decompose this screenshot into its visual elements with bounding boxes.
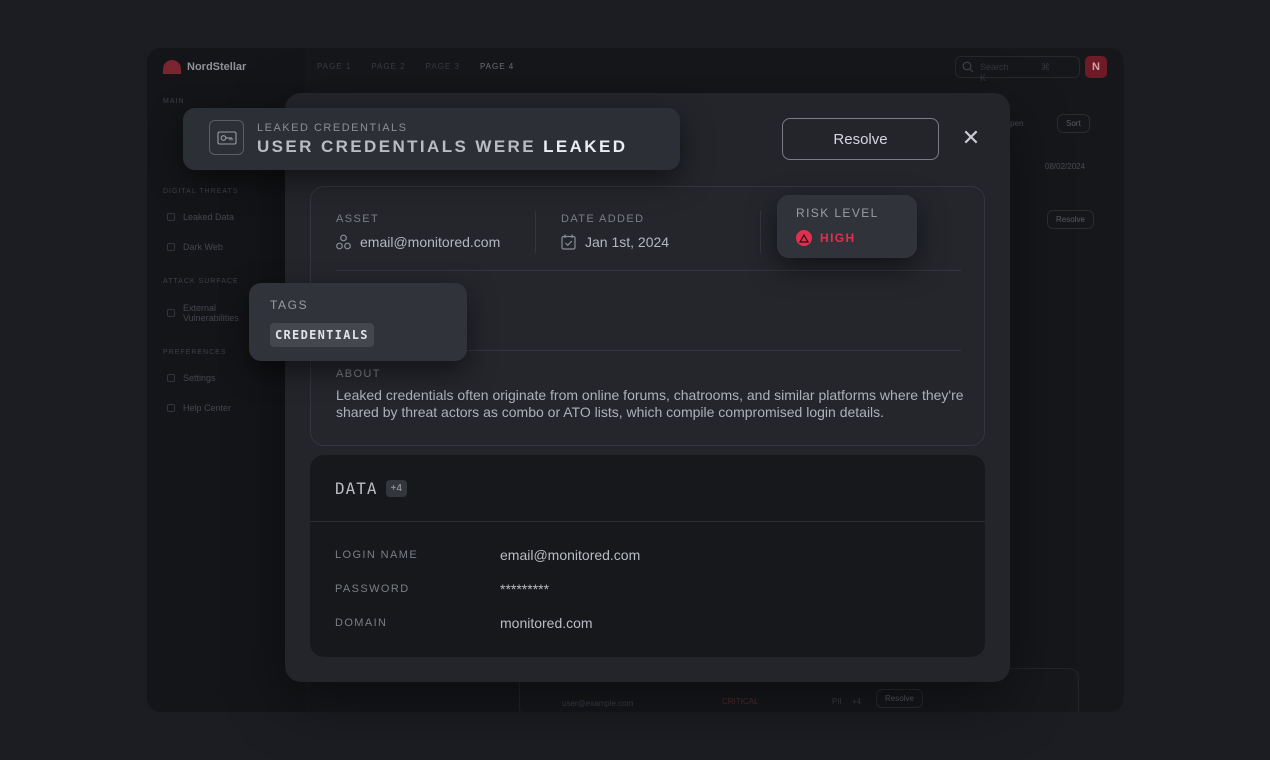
about-text: Leaked credentials often originate from … bbox=[336, 387, 964, 420]
risk-level-value: HIGH bbox=[820, 231, 856, 245]
sidebar-item-leaked-data[interactable]: Leaked Data bbox=[167, 212, 234, 222]
divider bbox=[336, 270, 961, 271]
sidebar-item-settings[interactable]: Settings bbox=[167, 373, 216, 383]
sidebar-item-label: Settings bbox=[183, 373, 216, 383]
brand-name: NordStellar bbox=[187, 61, 247, 73]
bottom-tag: PII bbox=[832, 697, 842, 706]
nav-section-digital-threats: DIGITAL THREATS bbox=[163, 188, 239, 195]
search-icon bbox=[962, 61, 974, 73]
row-date: 08/02/2024 bbox=[1045, 162, 1086, 171]
data-count-badge: +4 bbox=[385, 480, 407, 497]
issue-details-modal: Resolve ✕ ASSET email@monitored.com DATE… bbox=[285, 93, 1010, 682]
issue-title-highlight: LEAKED bbox=[543, 137, 628, 156]
brand-logo[interactable]: NordStellar bbox=[163, 60, 246, 74]
gear-icon bbox=[167, 374, 175, 382]
risk-level-card: RISK LEVEL HIGH bbox=[777, 195, 917, 258]
sidebar-item-label: Vulnerabilities bbox=[183, 313, 239, 323]
issue-category: LEAKED CREDENTIALS bbox=[257, 122, 408, 134]
date-added-label: DATE ADDED bbox=[561, 213, 645, 225]
asset-label: ASSET bbox=[336, 213, 380, 225]
tag-chip[interactable]: CREDENTIALS bbox=[270, 323, 374, 347]
dark-web-icon bbox=[167, 243, 175, 251]
sidebar-item-label: Leaked Data bbox=[183, 212, 235, 222]
bottom-risk: CRITICAL bbox=[722, 697, 759, 706]
bottom-tag-more: +4 bbox=[852, 697, 862, 706]
leaked-data-card: DATA +4 LOGIN NAME email@monitored.com P… bbox=[310, 455, 985, 657]
risk-level-value-row: HIGH bbox=[796, 230, 856, 246]
data-row-value[interactable]: email@monitored.com bbox=[500, 547, 640, 563]
divider bbox=[760, 211, 761, 253]
tab-page-3[interactable]: PAGE 3 bbox=[426, 62, 460, 71]
tab-page-2[interactable]: PAGE 2 bbox=[371, 62, 405, 71]
alert-triangle-icon bbox=[796, 230, 812, 246]
data-row-value[interactable]: ********* bbox=[500, 581, 549, 597]
date-added-field: DATE ADDED Jan 1st, 2024 bbox=[561, 213, 669, 250]
data-title: DATA bbox=[335, 479, 378, 498]
data-row: DOMAIN monitored.com bbox=[335, 615, 593, 631]
close-icon[interactable]: ✕ bbox=[961, 127, 981, 149]
date-added-value: Jan 1st, 2024 bbox=[585, 234, 670, 250]
issue-title-card: LEAKED CREDENTIALS USER CREDENTIALS WERE… bbox=[183, 108, 680, 170]
search-placeholder: Search bbox=[980, 62, 1009, 72]
sidebar-item-dark-web[interactable]: Dark Web bbox=[167, 242, 223, 252]
date-added-value-row: Jan 1st, 2024 bbox=[561, 234, 669, 250]
issue-title-text: USER CREDENTIALS WERE bbox=[257, 137, 536, 156]
data-row: LOGIN NAME email@monitored.com bbox=[335, 547, 640, 563]
divider bbox=[535, 211, 536, 253]
data-row-value[interactable]: monitored.com bbox=[500, 615, 593, 631]
asset-nodes-icon bbox=[336, 234, 351, 250]
brand-mark-icon bbox=[163, 60, 181, 74]
tab-page-1[interactable]: PAGE 1 bbox=[317, 62, 351, 71]
tags-label: TAGS bbox=[270, 298, 309, 312]
data-heading: DATA +4 bbox=[335, 479, 407, 498]
data-row-key: PASSWORD bbox=[335, 583, 410, 595]
data-row-key: DOMAIN bbox=[335, 617, 388, 629]
bottom-resolve-button[interactable]: Resolve bbox=[876, 689, 923, 708]
help-icon bbox=[167, 404, 175, 412]
nav-section-preferences: PREFERENCES bbox=[163, 349, 227, 356]
nav-section-attack-surface: ATTACK SURFACE bbox=[163, 278, 239, 285]
nav-section-main: MAIN bbox=[163, 98, 185, 105]
bottom-asset: user@example.com bbox=[562, 699, 634, 708]
resolve-button[interactable]: Resolve bbox=[782, 118, 939, 160]
about-label: ABOUT bbox=[336, 368, 381, 380]
screen: NordStellar MAIN DIGITAL THREATS Leaked … bbox=[0, 0, 1270, 760]
issue-title: USER CREDENTIALS WERE LEAKED bbox=[257, 137, 627, 157]
vulnerability-icon bbox=[167, 309, 175, 317]
divider bbox=[310, 521, 985, 522]
tab-page-4[interactable]: PAGE 4 bbox=[480, 62, 514, 71]
asset-value-row: email@monitored.com bbox=[336, 234, 500, 250]
data-row-key: LOGIN NAME bbox=[335, 549, 419, 561]
sort-button[interactable]: Sort bbox=[1057, 114, 1090, 133]
sidebar-item-label: Help Center bbox=[183, 403, 232, 413]
row-resolve-button[interactable]: Resolve bbox=[1047, 210, 1094, 229]
top-tabs: PAGE 1 PAGE 2 PAGE 3 PAGE 4 bbox=[317, 62, 514, 71]
calendar-check-icon bbox=[561, 234, 576, 250]
asset-value: email@monitored.com bbox=[360, 234, 501, 250]
sidebar-item-label: External bbox=[183, 303, 217, 313]
key-icon bbox=[209, 120, 244, 155]
data-row: PASSWORD ********* bbox=[335, 581, 549, 597]
risk-level-label: RISK LEVEL bbox=[796, 206, 879, 220]
sidebar-item-external-vulnerabilities[interactable]: External Vulnerabilities bbox=[167, 303, 239, 323]
asset-field: ASSET email@monitored.com bbox=[336, 213, 500, 250]
sidebar-item-help-center[interactable]: Help Center bbox=[167, 403, 231, 413]
leak-icon bbox=[167, 213, 175, 221]
avatar[interactable]: N bbox=[1085, 56, 1107, 78]
tags-card: TAGS CREDENTIALS bbox=[249, 283, 467, 361]
sidebar-item-label: Dark Web bbox=[183, 242, 223, 252]
